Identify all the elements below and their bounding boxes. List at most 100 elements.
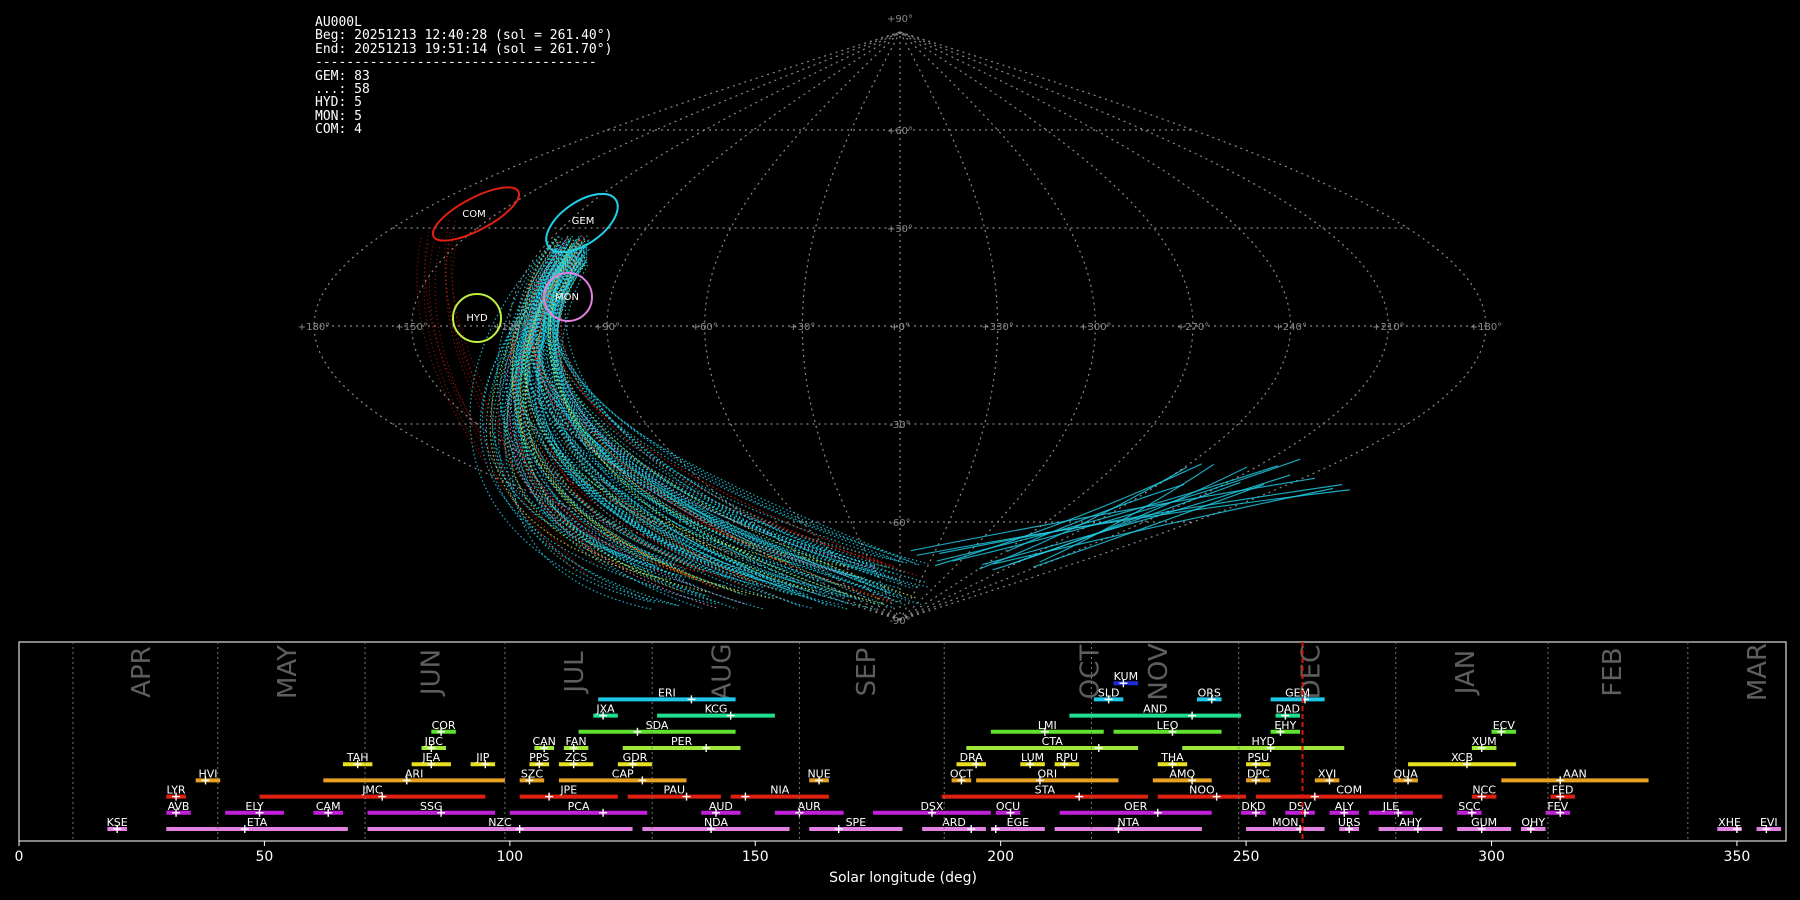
shower-label-sld: SLD bbox=[1098, 686, 1120, 699]
shower-label-nue: NUE bbox=[807, 767, 830, 780]
longitude-label: +30° bbox=[789, 322, 815, 333]
meteor-trail bbox=[549, 241, 919, 566]
month-label: JUN bbox=[416, 649, 446, 697]
shower-label-ege: EGE bbox=[1007, 816, 1029, 829]
longitude-label: +150° bbox=[395, 322, 427, 333]
shower-label-evi: EVI bbox=[1760, 816, 1778, 829]
shower-label-ncc: NCC bbox=[1472, 784, 1496, 797]
x-tick-label: 0 bbox=[15, 849, 24, 865]
shower-label-jmc: JMC bbox=[361, 784, 383, 797]
latitude-label: +90° bbox=[887, 14, 913, 25]
shower-label-aud: AUD bbox=[709, 800, 733, 813]
shower-label-lum: LUM bbox=[1021, 751, 1044, 764]
radiant-sky-map: +90°+60°+30°+0°-30°-60°-90°+180° +150° +12… bbox=[298, 14, 1502, 627]
count-mon: MON: 5 bbox=[315, 108, 362, 124]
shower-label-aur: AUR bbox=[798, 800, 822, 813]
meteor-trail bbox=[554, 239, 898, 597]
shower-label-lyr: LYR bbox=[167, 784, 186, 797]
shower-label-avb: AVB bbox=[168, 800, 190, 813]
shower-label-kum: KUM bbox=[1114, 670, 1138, 683]
meteor-trail bbox=[524, 256, 743, 595]
shower-label-zcs: ZCS bbox=[565, 751, 587, 764]
shower-label-oer: OER bbox=[1124, 800, 1148, 813]
meteor-trail bbox=[481, 262, 675, 566]
station-code: AU000L bbox=[315, 15, 362, 30]
count-com: COM: 4 bbox=[315, 122, 362, 138]
shower-label-ehy: EHY bbox=[1274, 719, 1296, 732]
shower-label-lmi: LMI bbox=[1038, 719, 1057, 732]
shower-label-eri: ERI bbox=[658, 686, 676, 699]
meteor-trail bbox=[910, 477, 1316, 552]
latitude-label: -60° bbox=[889, 518, 910, 529]
longitude-label: +330° bbox=[981, 322, 1013, 333]
month-label: JUL bbox=[560, 651, 590, 695]
month-label: FEB bbox=[1598, 647, 1628, 696]
shower-label-nda: NDA bbox=[704, 816, 729, 829]
longitude-label: +180° bbox=[298, 322, 330, 333]
shower-label-ohy: OHY bbox=[1521, 816, 1545, 829]
shower-label-nta: NTA bbox=[1117, 816, 1139, 829]
shower-label-scc: SCC bbox=[1458, 800, 1481, 813]
shower-label-cap: CAP bbox=[612, 767, 634, 780]
shower-label-xvi: XVI bbox=[1318, 767, 1336, 780]
shower-label-pps: PPS bbox=[529, 751, 549, 764]
shower-label-ely: ELY bbox=[245, 800, 264, 813]
longitude-label: +60° bbox=[692, 322, 718, 333]
shower-label-xcb: XCB bbox=[1451, 751, 1473, 764]
shower-label-kse: KSE bbox=[107, 816, 128, 829]
count-hyd: HYD: 5 bbox=[315, 95, 362, 111]
meridian-line bbox=[899, 31, 1389, 621]
shower-label-dad: DAD bbox=[1276, 703, 1300, 716]
shower-label-nzc: NZC bbox=[488, 816, 512, 829]
longitude-label: +210° bbox=[1372, 322, 1404, 333]
shower-label-com: COM bbox=[1336, 784, 1362, 797]
longitude-label: +270° bbox=[1177, 322, 1209, 333]
radiant-label-mon: MON bbox=[555, 292, 579, 303]
longitude-label: +240° bbox=[1274, 322, 1306, 333]
shower-label-dra: DRA bbox=[960, 751, 984, 764]
shower-label-jea: JEA bbox=[421, 751, 440, 764]
shower-label-psu: PSU bbox=[1248, 751, 1270, 764]
meteor-trail bbox=[553, 248, 892, 593]
month-label: APR bbox=[127, 646, 157, 698]
shower-label-urs: URS bbox=[1338, 816, 1361, 829]
shower-label-ssg: SSG bbox=[420, 800, 443, 813]
shower-label-mon: MON bbox=[1272, 816, 1298, 829]
count-other: ...: 58 bbox=[315, 82, 370, 98]
month-label: SEP bbox=[852, 648, 882, 697]
shower-label-leo: LEO bbox=[1157, 719, 1179, 732]
shower-label-dpc: DPC bbox=[1247, 767, 1270, 780]
shower-label-dsx: DSX bbox=[920, 800, 943, 813]
longitude-label: +180° bbox=[1470, 322, 1502, 333]
x-tick-label: 350 bbox=[1724, 849, 1751, 865]
month-label: JAN bbox=[1451, 650, 1481, 696]
shower-label-eta: ETA bbox=[247, 816, 268, 829]
x-tick-label: 200 bbox=[987, 849, 1014, 865]
shower-label-jip: JIP bbox=[475, 751, 489, 764]
shower-label-jbc: JBC bbox=[424, 735, 444, 748]
shower-label-sta: STA bbox=[1035, 784, 1056, 797]
x-tick-label: 100 bbox=[496, 849, 523, 865]
shower-label-xum: XUM bbox=[1472, 735, 1497, 748]
shower-label-hvi: HVI bbox=[198, 767, 217, 780]
shower-label-amo: AMO bbox=[1169, 767, 1195, 780]
latitude-label: +60° bbox=[887, 126, 913, 137]
x-tick-label: 50 bbox=[256, 849, 274, 865]
shower-label-pau: PAU bbox=[664, 784, 686, 797]
shower-label-dkd: DKD bbox=[1241, 800, 1265, 813]
month-label: AUG bbox=[707, 644, 737, 701]
month-label: MAY bbox=[273, 645, 303, 699]
shower-label-oct: OCT bbox=[950, 767, 973, 780]
meteor-trail bbox=[520, 262, 807, 598]
shower-label-ecv: ECV bbox=[1493, 719, 1516, 732]
shower-label-nia: NIA bbox=[770, 784, 789, 797]
end-time: End: 20251213 19:51:14 (sol = 261.70°) bbox=[315, 41, 613, 57]
shower-label-cta: CTA bbox=[1042, 735, 1064, 748]
x-axis-label: Solar longitude (deg) bbox=[829, 870, 977, 886]
shower-label-spe: SPE bbox=[846, 816, 867, 829]
x-tick-label: 250 bbox=[1233, 849, 1260, 865]
shower-label-dsv: DSV bbox=[1289, 800, 1312, 813]
shower-label-ocu: OCU bbox=[996, 800, 1020, 813]
latitude-label: -90° bbox=[889, 616, 910, 627]
shower-label-ard: ARD bbox=[942, 816, 966, 829]
